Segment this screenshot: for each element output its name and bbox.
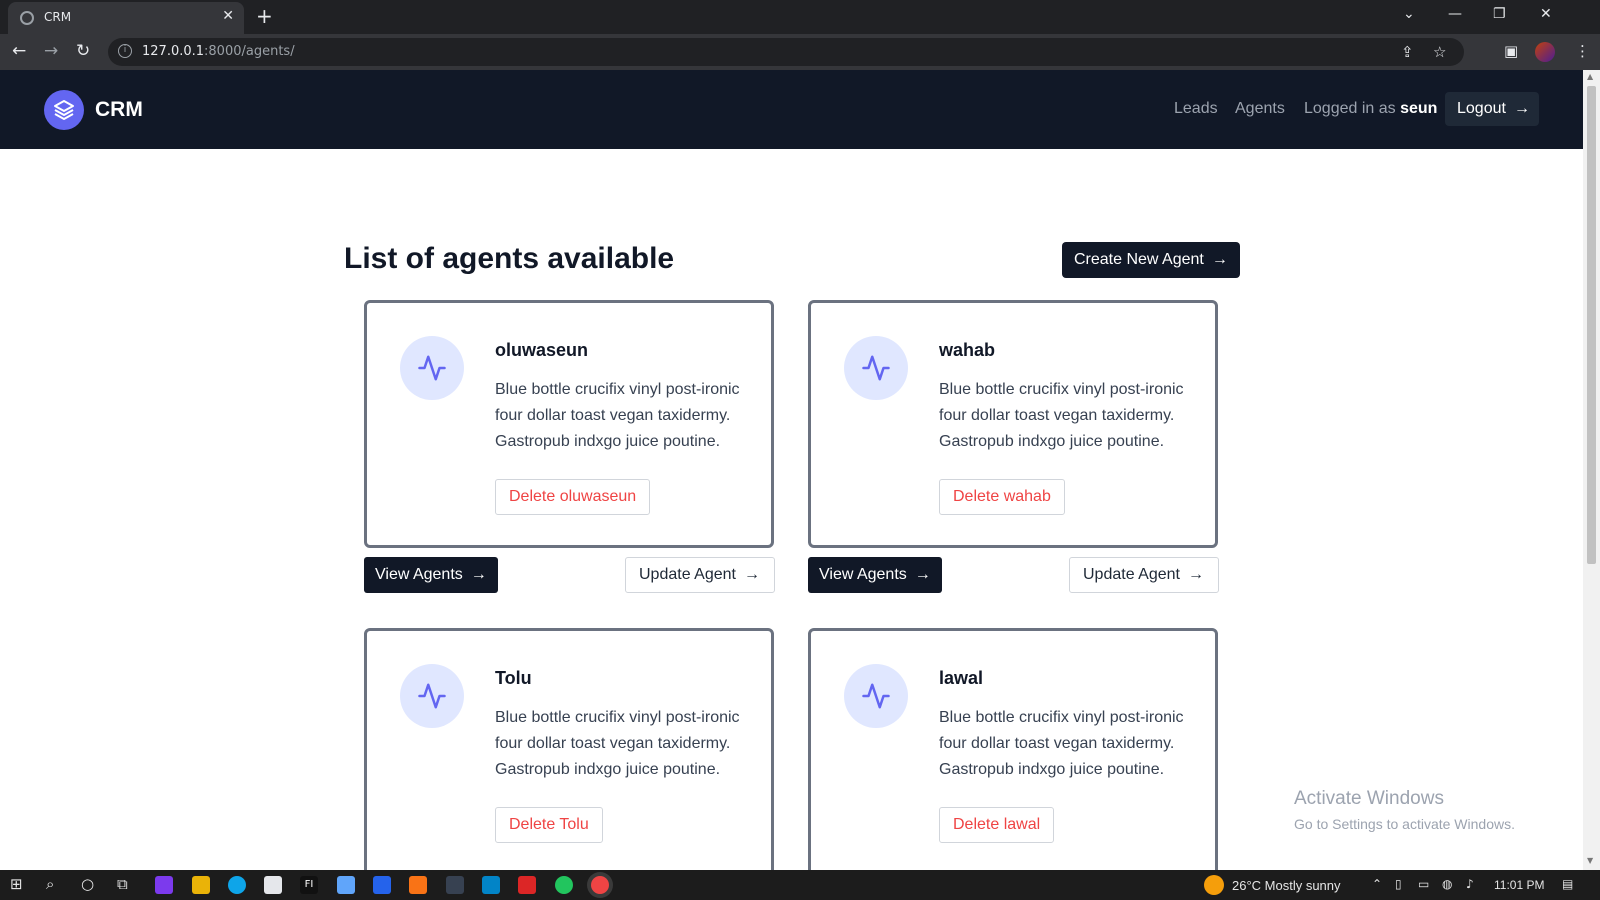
activity-icon [400,664,464,728]
store-icon[interactable] [264,876,282,894]
url-text: 127.0.0.1:8000/agents/ [142,44,295,59]
network-icon[interactable]: ◍ [1442,877,1452,891]
chevron-up-icon[interactable]: ⌃ [1372,877,1382,891]
fl-studio-icon[interactable]: FI [300,876,318,894]
side-panel-icon[interactable]: ▣ [1504,42,1518,60]
vlc-icon[interactable] [409,876,427,894]
task-view-icon[interactable]: ⧉ [117,875,128,893]
view-agents-button[interactable]: View Agents → [364,557,498,593]
windows-icon[interactable]: ⊞ [10,875,23,893]
agent-description: Blue bottle crucifix vinyl post-ironic f… [939,709,1184,778]
delete-agent-button[interactable]: Delete wahab [939,479,1065,515]
avatar[interactable] [1535,42,1555,62]
arrow-right-icon: → [743,566,760,583]
scroll-up-icon[interactable]: ▲ [1587,72,1593,81]
agent-description: Blue bottle crucifix vinyl post-ironic f… [495,709,740,778]
scrollbar[interactable]: ▲ ▼ [1583,70,1600,870]
windows-activation-watermark: Activate Windows Go to Settings to activ… [1294,788,1515,832]
agent-name: oluwaseun [495,340,589,360]
minimize-button[interactable]: — [1448,6,1462,22]
agent-name: wahab [939,340,996,360]
arrow-right-icon: → [1211,251,1228,268]
site-header: CRM Leads Agents Logged in as seun Logou… [0,70,1583,149]
address-bar[interactable]: i 127.0.0.1:8000/agents/ ⇪ ☆ [108,38,1464,66]
arrow-right-icon: → [1187,566,1204,583]
clock[interactable]: 11:01 PM [1494,878,1544,892]
mail-icon[interactable] [482,876,500,894]
logged-in-status: Logged in as seun [1304,100,1438,117]
site-info-icon[interactable]: i [118,44,132,58]
nav-link-leads[interactable]: Leads [1174,100,1218,118]
agent-card: Tolu Blue bottle crucifix vinyl post-iron… [364,628,774,870]
delete-agent-button[interactable]: Delete oluwaseun [495,479,651,515]
activity-icon [844,664,908,728]
restore-button[interactable]: ❐ [1493,6,1506,22]
volume-icon[interactable]: ♪ [1466,877,1474,891]
forward-button[interactable]: → [44,41,58,61]
delete-agent-button[interactable]: Delete lawal [939,807,1055,843]
weather-text[interactable]: 26°C Mostly sunny [1232,878,1341,893]
agent-name: Tolu [495,668,532,688]
window-close-button[interactable]: ✕ [1540,6,1552,22]
battery-icon[interactable]: ▭ [1418,877,1429,891]
view-agents-button[interactable]: View Agents → [808,557,942,593]
weather-icon[interactable] [1204,875,1224,895]
tab-search-icon[interactable]: ⌄ [1403,6,1415,22]
update-agent-button[interactable]: Update Agent → [625,557,775,593]
logo-icon[interactable] [44,90,84,130]
page-viewport: CRM Leads Agents Logged in as seun Logou… [0,70,1583,870]
agent-name: lawal [939,668,984,688]
image-app-icon[interactable] [337,876,355,894]
reload-button[interactable]: ↻ [76,41,90,61]
arrow-right-icon: → [1513,100,1530,117]
new-tab-button[interactable]: + [256,4,273,28]
agent-card: wahab Blue bottle crucifix vinyl post-iro… [808,300,1218,548]
arrow-right-icon: → [470,566,487,583]
browser-toolbar: ← → ↻ i 127.0.0.1:8000/agents/ ⇪ ☆ ▣ ⋮ [0,34,1600,70]
close-tab-icon[interactable]: ✕ [222,8,234,24]
app-icon[interactable] [155,876,173,894]
star-icon[interactable]: ☆ [1433,43,1446,61]
activity-icon [844,336,908,400]
vscode-icon[interactable] [373,876,391,894]
tab-title: CRM [44,10,72,24]
update-agent-button[interactable]: Update Agent → [1069,557,1219,593]
chrome-active-icon[interactable] [591,876,609,894]
agent-card: lawal Blue bottle crucifix vinyl post-iro… [808,628,1218,870]
back-button[interactable]: ← [12,41,26,61]
notification-icon[interactable]: ▤ [1562,877,1573,891]
delete-agent-button[interactable]: Delete Tolu [495,807,603,843]
menu-icon[interactable]: ⋮ [1575,42,1590,60]
agent-description: Blue bottle crucifix vinyl post-ironic f… [495,381,740,450]
edge-icon[interactable] [228,876,246,894]
scroll-down-icon[interactable]: ▼ [1587,856,1593,865]
logout-button[interactable]: Logout → [1445,92,1539,126]
browser-tab[interactable]: CRM ✕ [8,2,244,34]
page-title: List of agents available [344,242,675,275]
username: seun [1400,100,1438,117]
agent-card: oluwaseun Blue bottle crucifix vinyl post… [364,300,774,548]
cortana-icon[interactable]: ○ [81,875,94,893]
arrow-right-icon: → [914,566,931,583]
file-explorer-icon[interactable] [192,876,210,894]
browser-tab-bar: CRM ✕ + ⌄ — ❐ ✕ [0,0,1600,34]
search-icon[interactable]: ⌕ [46,875,54,893]
globe-icon [20,11,34,25]
terminal-icon[interactable] [446,876,464,894]
nav-link-agents[interactable]: Agents [1235,100,1285,118]
share-icon[interactable]: ⇪ [1401,43,1414,61]
acrobat-icon[interactable] [518,876,536,894]
activity-icon [400,336,464,400]
chrome-icon[interactable] [555,876,573,894]
windows-taskbar: ⊞ ⌕ ○ ⧉ FI 26°C Mostly sunny ⌃ ▯ ▭ ◍ ♪ 1… [0,870,1600,900]
meet-icon[interactable]: ▯ [1395,877,1402,891]
logo-text[interactable]: CRM [95,98,143,122]
scroll-thumb[interactable] [1587,86,1596,564]
agent-description: Blue bottle crucifix vinyl post-ironic f… [939,381,1184,450]
create-agent-button[interactable]: Create New Agent → [1062,242,1240,278]
